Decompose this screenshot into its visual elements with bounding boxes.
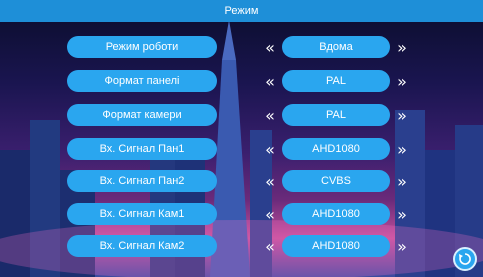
- setting-row-panel-format: Формат панелі « PAL »: [0, 70, 483, 92]
- setting-label-button[interactable]: Формат панелі: [67, 70, 217, 92]
- back-button[interactable]: [453, 247, 477, 271]
- setting-value: PAL: [282, 70, 390, 92]
- screen: Режим Режим роботи « Вдома » Формат пане…: [0, 0, 483, 277]
- prev-arrow-icon[interactable]: «: [260, 70, 280, 92]
- setting-row-input-panel1: Вх. Сигнал Пан1 « AHD1080 »: [0, 138, 483, 160]
- prev-arrow-icon[interactable]: «: [260, 170, 280, 192]
- setting-row-input-camera1: Вх. Сигнал Кам1 « AHD1080 »: [0, 203, 483, 225]
- back-arrow-icon: [459, 253, 471, 265]
- setting-value: AHD1080: [282, 203, 390, 225]
- prev-arrow-icon[interactable]: «: [260, 36, 280, 58]
- next-arrow-icon[interactable]: »: [392, 138, 412, 160]
- next-arrow-icon[interactable]: »: [392, 203, 412, 225]
- setting-value: Вдома: [282, 36, 390, 58]
- setting-row-input-camera2: Вх. Сигнал Кам2 « AHD1080 »: [0, 235, 483, 257]
- setting-row-camera-format: Формат камери « PAL »: [0, 104, 483, 126]
- next-arrow-icon[interactable]: »: [392, 36, 412, 58]
- setting-label-button[interactable]: Вх. Сигнал Пан1: [67, 138, 217, 160]
- setting-value: AHD1080: [282, 235, 390, 257]
- prev-arrow-icon[interactable]: «: [260, 104, 280, 126]
- setting-label-button[interactable]: Вх. Сигнал Кам1: [67, 203, 217, 225]
- setting-value: PAL: [282, 104, 390, 126]
- setting-row-input-panel2: Вх. Сигнал Пан2 « CVBS »: [0, 170, 483, 192]
- page-title: Режим: [224, 5, 259, 17]
- next-arrow-icon[interactable]: »: [392, 70, 412, 92]
- setting-label-button[interactable]: Формат камери: [67, 104, 217, 126]
- setting-label-button[interactable]: Режим роботи: [67, 36, 217, 58]
- title-bar: Режим: [0, 0, 483, 22]
- next-arrow-icon[interactable]: »: [392, 170, 412, 192]
- next-arrow-icon[interactable]: »: [392, 235, 412, 257]
- setting-value: AHD1080: [282, 138, 390, 160]
- setting-value: CVBS: [282, 170, 390, 192]
- prev-arrow-icon[interactable]: «: [260, 203, 280, 225]
- prev-arrow-icon[interactable]: «: [260, 235, 280, 257]
- next-arrow-icon[interactable]: »: [392, 104, 412, 126]
- setting-label-button[interactable]: Вх. Сигнал Кам2: [67, 235, 217, 257]
- prev-arrow-icon[interactable]: «: [260, 138, 280, 160]
- setting-label-button[interactable]: Вх. Сигнал Пан2: [67, 170, 217, 192]
- setting-row-mode: Режим роботи « Вдома »: [0, 36, 483, 58]
